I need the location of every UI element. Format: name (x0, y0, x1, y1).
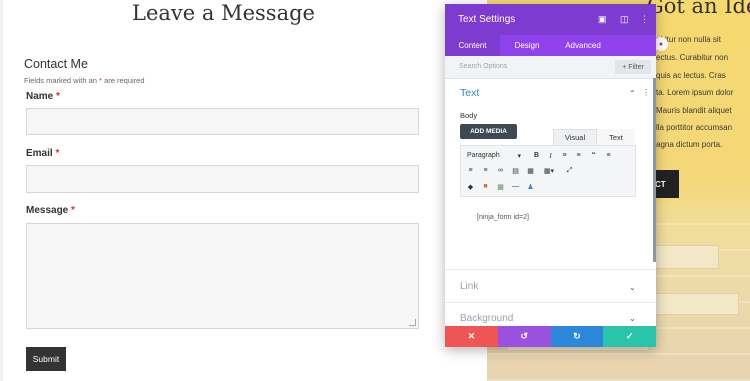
bullet-list-icon[interactable]: ≡ (559, 150, 570, 161)
message-textarea[interactable] (26, 223, 419, 329)
page-left-edge (0, 0, 3, 381)
search-options-bar[interactable]: Search Options + Filter (445, 56, 656, 79)
message-label-text: Message (26, 205, 69, 216)
email-label: Email * (26, 148, 59, 159)
section-more-icon[interactable]: ⋮ (642, 88, 650, 97)
modal-header: Text Settings ▣ ◫ ⋮ (445, 4, 656, 35)
editor-textarea[interactable]: [ninja_form id=2] (460, 197, 636, 257)
align-right-icon[interactable]: ≡ (480, 165, 491, 176)
chevron-down-icon: ▾ (517, 152, 521, 160)
name-label-text: Name (26, 91, 54, 102)
close-icon[interactable]: ✕ (445, 326, 498, 347)
tab-design[interactable]: Design (503, 35, 551, 56)
section-link[interactable]: Link (460, 281, 478, 292)
align-left-icon[interactable]: ≡ (603, 150, 614, 161)
chevron-down-icon[interactable]: ⌄ (629, 283, 636, 292)
editor-tab-text[interactable]: Text (597, 129, 635, 145)
link-icon[interactable]: ∞ (495, 165, 506, 176)
editor-tab-visual[interactable]: Visual (553, 129, 597, 145)
divider (445, 302, 656, 303)
editor-toolbar: Paragraph ▾ B I ≡ ≡ “ ≡ ≡ ≡ ∞ ▤ ▦ ▦▾ ⤢ ◆… (460, 145, 636, 197)
tab-advanced[interactable]: Advanced (557, 35, 609, 56)
bold-icon[interactable]: B (531, 150, 542, 161)
email-required-star: * (55, 148, 60, 159)
blockquote-icon[interactable]: “ (588, 150, 599, 161)
fullscreen-icon[interactable]: ▣ (598, 14, 607, 25)
message-required-star: * (71, 205, 75, 216)
add-media-button[interactable]: ADD MEDIA (460, 124, 517, 139)
form-title: Contact Me (24, 57, 88, 71)
required-note-star: * (99, 76, 102, 85)
circle-icon[interactable]: ● (654, 37, 668, 51)
section-background[interactable]: Background (460, 313, 513, 324)
resize-handle-icon[interactable] (409, 319, 416, 326)
italic-icon[interactable]: I (545, 150, 556, 161)
tab-content[interactable]: Content (445, 35, 500, 56)
background-text-line: quis ac lectus. Cras (656, 71, 726, 80)
more-options-icon[interactable]: ⋮ (640, 14, 649, 25)
modal-footer: ✕ ↺ ↻ ✓ (445, 326, 656, 347)
name-label: Name * (26, 91, 60, 102)
more-tag-icon[interactable]: ▤ (510, 165, 521, 176)
required-note-suffix: are required (104, 76, 145, 85)
check-icon[interactable]: ✓ (603, 326, 656, 347)
background-heading: Got an Idea? (647, 0, 750, 18)
scrollbar[interactable] (653, 78, 656, 262)
name-required-star: * (56, 91, 60, 102)
table-icon[interactable]: ▦▾ (540, 165, 558, 176)
modal-title: Text Settings (458, 14, 516, 25)
message-label: Message * (26, 205, 75, 216)
background-text-line: Mauris blandit aliquet (656, 106, 732, 115)
email-label-text: Email (26, 148, 53, 159)
section-title-text[interactable]: Text (460, 87, 479, 99)
body-label: Body (460, 111, 478, 120)
editor-content: [ninja_form id=2] (477, 214, 529, 221)
name-input[interactable] (26, 108, 419, 135)
modal-tabs: Content Design Advanced (445, 35, 656, 56)
align-center-icon[interactable]: ≡ (465, 165, 476, 176)
text-settings-modal: Text Settings ▣ ◫ ⋮ Content Design Advan… (445, 4, 656, 347)
search-options-input[interactable]: Search Options (459, 63, 507, 70)
submit-button[interactable]: Submit (26, 347, 66, 371)
background-text-line: ta. Lorem ipsum dolor (656, 88, 734, 97)
horizontal-line-icon[interactable]: — (510, 181, 521, 192)
required-note-prefix: Fields marked with an (24, 76, 97, 85)
toolbar-toggle-icon[interactable]: ▦ (525, 165, 536, 176)
user-icon[interactable]: ♟ (525, 181, 536, 192)
layout-icon[interactable]: ▦ (495, 181, 506, 192)
expand-icon[interactable]: ⤢ (564, 165, 575, 176)
ninja-forms-icon[interactable]: ◆ (465, 181, 476, 192)
background-text-line: agna dictum porta. (656, 140, 723, 149)
chevron-up-icon[interactable]: ⌃ (629, 89, 636, 98)
filter-button[interactable]: + Filter (615, 60, 651, 74)
redo-icon[interactable]: ↻ (550, 326, 604, 347)
email-input[interactable] (26, 165, 419, 193)
chevron-down-icon[interactable]: ⌄ (629, 314, 636, 323)
page-title: Leave a Message (132, 1, 315, 25)
divider (445, 269, 656, 270)
background-text-line: lla porttitor accumsan (656, 123, 733, 132)
columns-icon[interactable]: ◫ (620, 14, 629, 25)
paragraph-select[interactable]: Paragraph ▾ (465, 150, 523, 161)
paragraph-select-value: Paragraph (467, 152, 500, 159)
undo-icon[interactable]: ↺ (497, 326, 551, 347)
background-text-line: ectus. Curabitur non (656, 53, 729, 62)
required-note: Fields marked with an * are required (24, 76, 145, 85)
shortcode-icon[interactable]: ■ (480, 181, 491, 192)
numbered-list-icon[interactable]: ≡ (573, 150, 584, 161)
